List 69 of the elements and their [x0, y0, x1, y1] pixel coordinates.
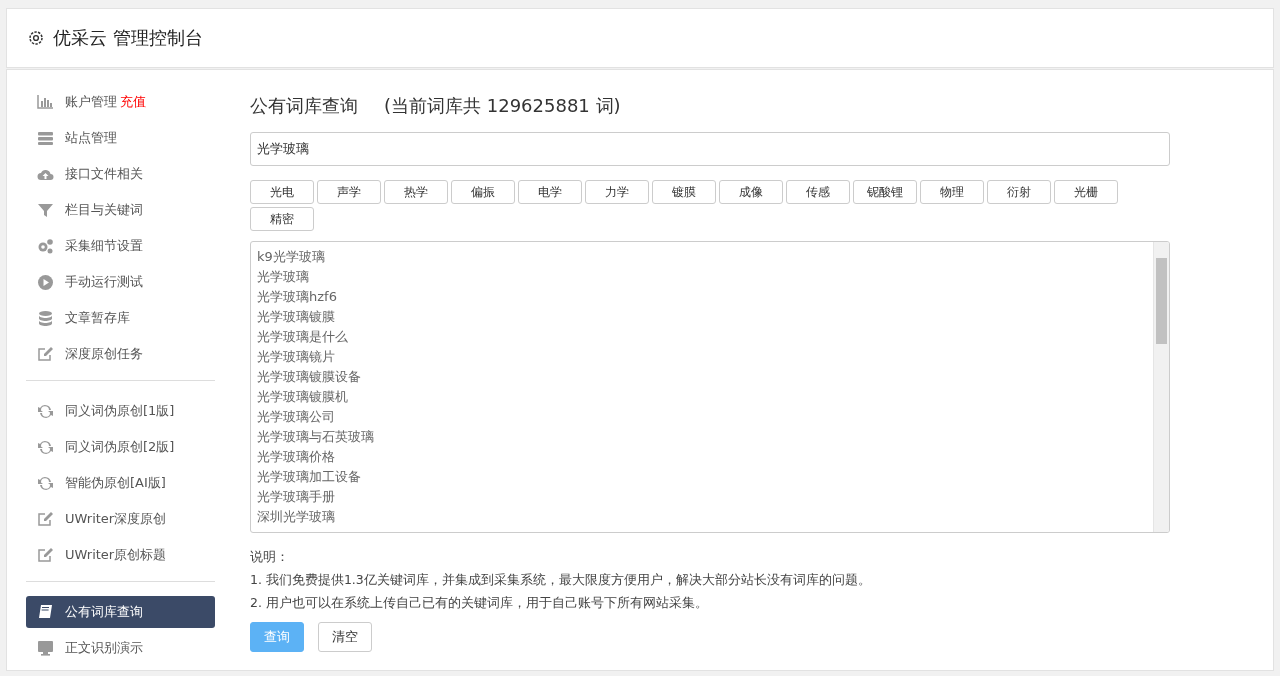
filter-icon — [37, 201, 54, 219]
edit-icon — [37, 345, 54, 363]
search-field[interactable]: 光学玻璃 — [250, 132, 1170, 166]
sidebar-item[interactable]: 手动运行测试 — [26, 266, 215, 298]
tag-button[interactable]: 热学 — [384, 180, 448, 204]
clear-button[interactable]: 清空 — [318, 622, 372, 652]
result-item[interactable]: 光学玻璃镜片 — [257, 347, 1147, 367]
edit-icon — [37, 510, 54, 528]
result-item[interactable]: 光学玻璃手册 — [257, 487, 1147, 507]
gears-icon — [37, 237, 54, 255]
result-item[interactable]: 光学玻璃公司 — [257, 407, 1147, 427]
result-item[interactable]: 光学玻璃 — [257, 267, 1147, 287]
book-icon — [37, 603, 54, 621]
result-item[interactable]: k9光学玻璃 — [257, 247, 1147, 267]
sidebar-item[interactable]: 采集细节设置 — [26, 230, 215, 262]
play-icon — [37, 273, 54, 291]
tag-button[interactable]: 光栅 — [1054, 180, 1118, 204]
notes-title: 说明： — [250, 548, 290, 566]
note-text: 1. 我们免费提供1.3亿关键词库，并集成到采集系统，最大限度方便用户，解决大部分站长没有词库的问题。 — [250, 571, 872, 589]
sidebar-item[interactable]: 智能伪原创[AI版] — [26, 467, 215, 499]
edit-icon — [37, 546, 54, 564]
note-text: 2. 用户也可以在系统上传自己已有的关键词库，用于自己账号下所有网站采集。 — [250, 594, 709, 612]
sidebar-item[interactable]: UWriter原创标题 — [26, 539, 215, 571]
tag-button[interactable]: 光电 — [250, 180, 314, 204]
sidebar-item[interactable]: 账户管理 充值 — [26, 86, 215, 118]
server-icon — [37, 129, 54, 147]
result-item[interactable]: 光学玻璃hzf6 — [257, 287, 1147, 307]
tag-button[interactable]: 铌酸锂 — [853, 180, 917, 204]
result-item[interactable]: 光学玻璃镀膜设备 — [257, 367, 1147, 387]
refresh-icon — [37, 438, 54, 456]
tag-button[interactable]: 成像 — [719, 180, 783, 204]
tag-button[interactable]: 镀膜 — [652, 180, 716, 204]
sidebar-item[interactable]: 文章暂存库 — [26, 302, 215, 334]
tag-button[interactable]: 力学 — [585, 180, 649, 204]
sidebar-item[interactable]: UWriter深度原创 — [26, 503, 215, 535]
tag-button[interactable]: 传感 — [786, 180, 850, 204]
sidebar-item[interactable]: 接口文件相关 — [26, 158, 215, 190]
sidebar-item[interactable]: 正文识别演示 — [26, 632, 215, 664]
monitor-icon — [37, 639, 54, 657]
tag-button[interactable]: 物理 — [920, 180, 984, 204]
result-item[interactable]: 光学玻璃与石英玻璃 — [257, 427, 1147, 447]
results-list[interactable]: k9光学玻璃 光学玻璃 光学玻璃hzf6 光学玻璃镀膜 光学玻璃是什么 光学玻璃镜片 光学玻璃镀膜设备 光学玻璃镀膜机 光学玻璃公司 光学玻璃与石英玻璃 光学玻璃价格 光学玻璃加工设备 光学玻璃手册 深圳光学玻璃 — [250, 241, 1170, 533]
sidebar-item[interactable]: 同义词伪原创[1版] — [26, 395, 215, 427]
tag-button[interactable]: 偏振 — [451, 180, 515, 204]
tag-button[interactable]: 声学 — [317, 180, 381, 204]
result-item[interactable]: 光学玻璃镀膜机 — [257, 387, 1147, 407]
gear-icon — [27, 29, 45, 47]
sidebar-item[interactable]: 深度原创任务 — [26, 338, 215, 370]
sidebar-item[interactable]: 栏目与关键词 — [26, 194, 215, 226]
recharge-link[interactable]: 充值 — [120, 93, 146, 111]
result-item[interactable]: 光学玻璃是什么 — [257, 327, 1147, 347]
bar-chart-icon — [37, 93, 54, 111]
tag-button[interactable]: 精密 — [250, 207, 314, 231]
scrollbar[interactable] — [1153, 242, 1169, 532]
page-title: 公有词库查询 — [250, 94, 358, 118]
sidebar-item[interactable]: 同义词伪原创[2版] — [26, 431, 215, 463]
sidebar-item[interactable]: 公有词库查询 — [26, 596, 215, 628]
result-item[interactable]: 深圳光学玻璃 — [257, 507, 1147, 527]
word-count: (当前词库共 129625881 词) — [384, 94, 621, 118]
result-item[interactable]: 光学玻璃镀膜 — [257, 307, 1147, 327]
sidebar-item[interactable]: 站点管理 — [26, 122, 215, 154]
refresh-icon — [37, 402, 54, 420]
result-item[interactable]: 光学玻璃加工设备 — [257, 467, 1147, 487]
refresh-icon — [37, 474, 54, 492]
result-item[interactable]: 光学玻璃价格 — [257, 447, 1147, 467]
app-title: 优采云 管理控制台 — [53, 26, 203, 50]
tag-button[interactable]: 电学 — [518, 180, 582, 204]
database-icon — [37, 309, 54, 327]
tag-button[interactable]: 衍射 — [987, 180, 1051, 204]
